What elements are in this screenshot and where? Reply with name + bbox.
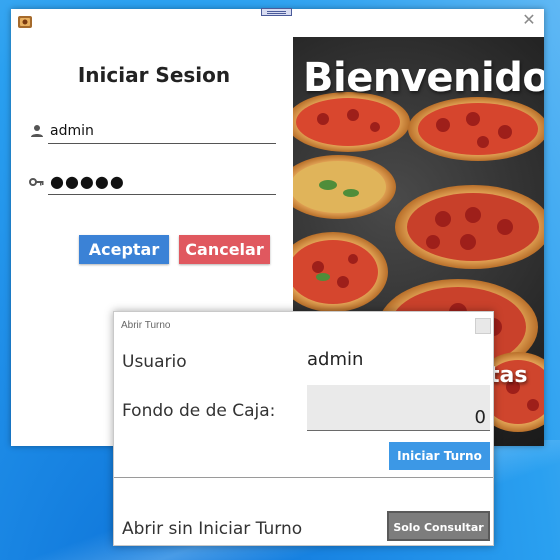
fondo-value: 0 bbox=[474, 407, 486, 428]
iniciar-turno-button[interactable]: Iniciar Turno bbox=[389, 442, 490, 470]
user-icon bbox=[31, 125, 43, 137]
sin-iniciar-label: Abrir sin Iniciar Turno bbox=[122, 519, 303, 539]
hero-subtitle: tas bbox=[489, 363, 528, 388]
drag-handle[interactable] bbox=[261, 8, 292, 16]
username-value: admin bbox=[50, 123, 94, 139]
dialog-divider bbox=[114, 477, 493, 478]
hero-title: Bienvenido bbox=[303, 55, 544, 101]
app-logo-icon bbox=[18, 16, 32, 28]
fondo-label: Fondo de de Caja: bbox=[122, 401, 276, 421]
dialog-close-button[interactable] bbox=[475, 318, 491, 334]
key-icon bbox=[29, 178, 44, 186]
password-value: ●●●●● bbox=[50, 172, 125, 191]
password-field[interactable]: ●●●●● bbox=[48, 170, 276, 195]
cancel-button[interactable]: Cancelar bbox=[179, 235, 270, 264]
solo-consultar-button[interactable]: Solo Consultar bbox=[387, 511, 490, 541]
fondo-input[interactable]: 0 bbox=[307, 385, 490, 431]
dialog-title: Abrir Turno bbox=[121, 320, 171, 331]
accept-button[interactable]: Aceptar bbox=[79, 235, 169, 264]
close-icon[interactable]: ✕ bbox=[521, 12, 537, 28]
usuario-label: Usuario bbox=[122, 352, 187, 372]
abrir-turno-dialog: Abrir Turno Usuario admin Fondo de de Ca… bbox=[113, 311, 494, 546]
usuario-value: admin bbox=[307, 349, 364, 370]
login-title: Iniciar Sesion bbox=[77, 63, 231, 87]
username-field[interactable]: admin bbox=[48, 119, 276, 144]
